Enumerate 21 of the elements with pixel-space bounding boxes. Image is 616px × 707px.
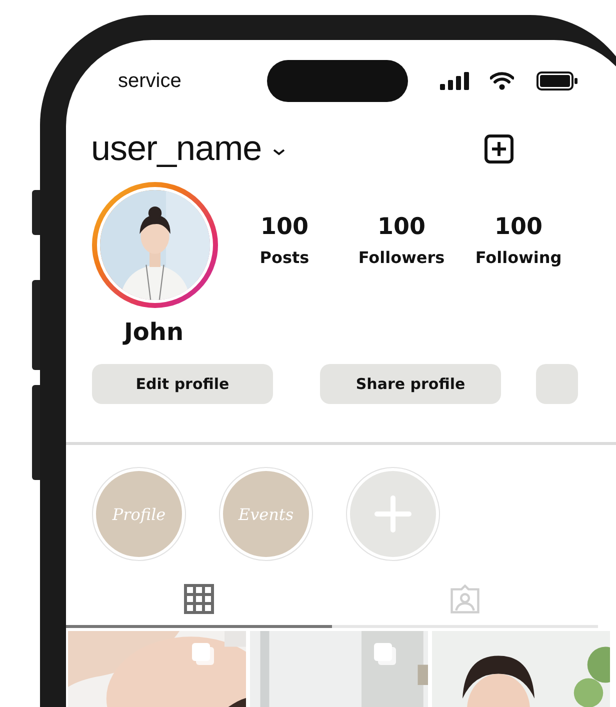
grid-icon: [184, 584, 214, 614]
stat-count: 100: [494, 214, 542, 240]
wifi-icon: [490, 72, 514, 90]
stat-count: 100: [377, 214, 426, 240]
chevron-down-icon[interactable]: [272, 148, 286, 156]
profile-button[interactable]: Edit profile: [92, 364, 273, 404]
stat-label[interactable]: Posts: [260, 248, 310, 266]
battery-icon: [536, 71, 578, 91]
multiple-photos-icon: [372, 641, 398, 667]
carrier-label: service: [118, 70, 182, 92]
signal-icon: [440, 72, 470, 90]
plus-icon: [373, 494, 413, 534]
stat-count: 100: [260, 214, 308, 240]
display-name: John: [124, 318, 184, 346]
multiple-photos-icon: [190, 641, 216, 667]
profile-button[interactable]: Share profile: [320, 364, 501, 404]
person-tag-icon: [450, 584, 480, 614]
stat-label[interactable]: Followers: [358, 248, 445, 266]
stat-label[interactable]: Following: [475, 248, 562, 266]
username[interactable]: user_name: [91, 129, 262, 169]
add-post-icon[interactable]: [484, 134, 514, 164]
